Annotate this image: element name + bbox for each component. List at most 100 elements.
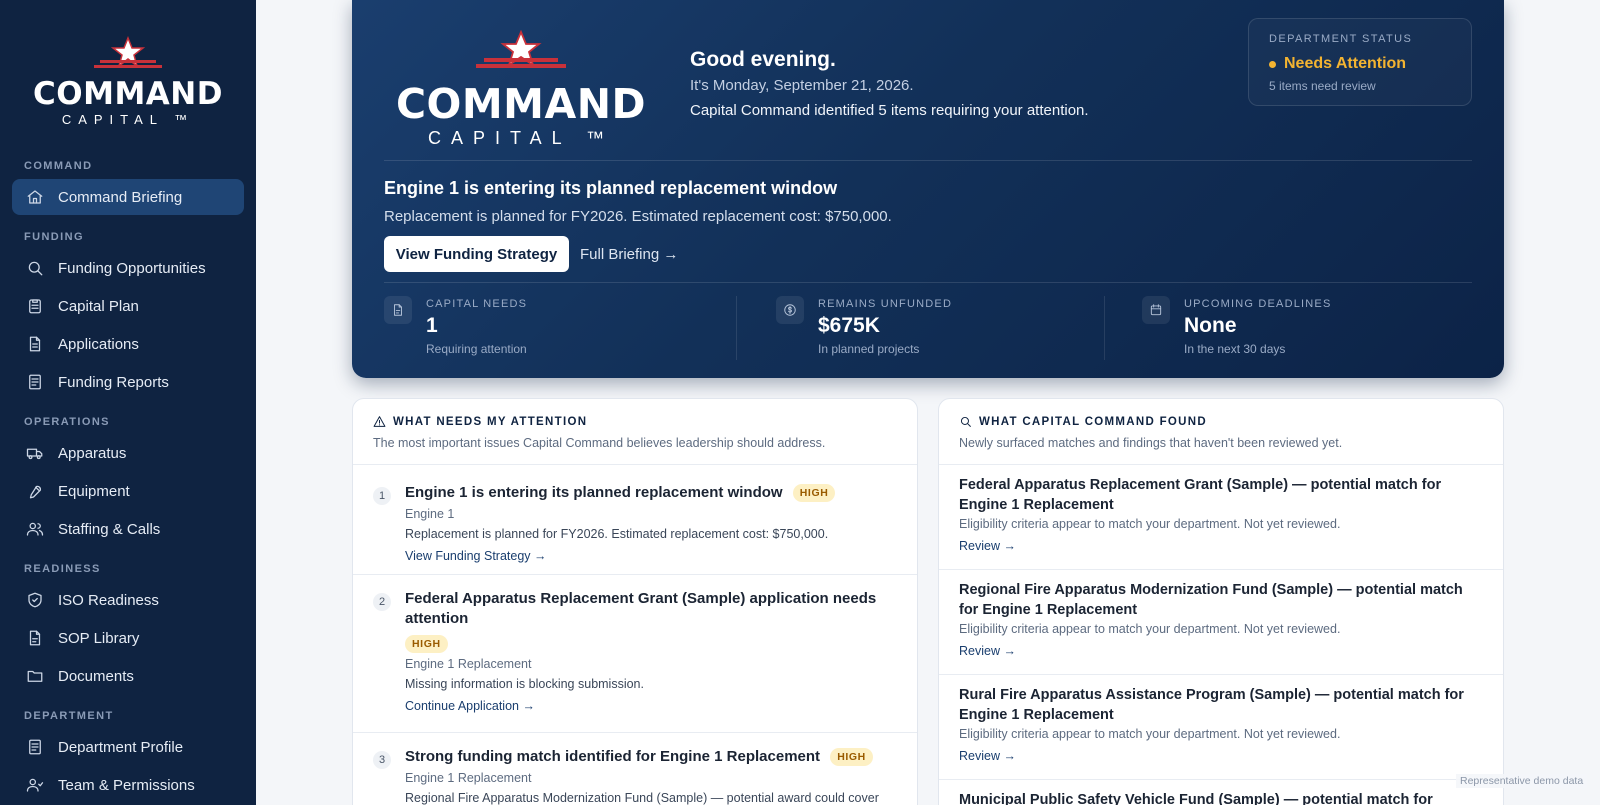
sidebar-item-label: Documents xyxy=(58,667,134,685)
hero-logo: COMMAND CAPITAL ™ xyxy=(384,30,658,150)
found-item-title: Municipal Public Safety Vehicle Fund (Sa… xyxy=(959,792,1433,805)
found-title-text: WHAT CAPITAL COMMAND FOUND xyxy=(979,415,1207,428)
attention-item-meta: Engine 1 Replacement xyxy=(405,771,532,785)
shield-check-icon xyxy=(28,592,42,608)
found-item-review-link[interactable]: Review → xyxy=(959,644,1016,658)
found-item[interactable]: Federal Apparatus Replacement Grant (Sam… xyxy=(939,465,1503,570)
hero-logo-subtitle: CAPITAL ™ xyxy=(427,128,615,148)
report-icon xyxy=(29,374,41,390)
sidebar-item-department-profile[interactable]: Department Profile xyxy=(12,729,244,765)
attention-item-link[interactable]: Continue Application → xyxy=(405,699,535,713)
department-status-card: DEPARTMENT STATUS Needs Attention 5 item… xyxy=(1248,18,1472,106)
attention-item-description: Missing information is blocking submissi… xyxy=(405,677,644,691)
view-funding-strategy-button[interactable]: View Funding Strategy xyxy=(384,236,569,272)
status-dot-icon xyxy=(1269,60,1276,68)
metric-label: REMAINS UNFUNDED xyxy=(818,298,953,310)
attention-item-title: Strong funding match identified for Engi… xyxy=(405,747,887,767)
hero-headline: Engine 1 is entering its planned replace… xyxy=(384,178,838,198)
sidebar-item-label: Capital Plan xyxy=(58,297,139,315)
metric-value: 1 xyxy=(426,314,438,337)
found-item-title: Regional Fire Apparatus Modernization Fu… xyxy=(959,582,1463,618)
document-icon xyxy=(384,296,412,324)
priority-badge: HIGH xyxy=(792,484,836,503)
attention-item-number: 2 xyxy=(373,593,391,611)
attention-card-subtitle: The most important issues Capital Comman… xyxy=(373,436,826,450)
found-item[interactable]: Municipal Public Safety Vehicle Fund (Sa… xyxy=(939,780,1503,805)
sidebar-item-label: SOP Library xyxy=(58,629,140,647)
dollar-icon xyxy=(776,296,804,324)
metric-note: In planned projects xyxy=(818,342,920,356)
truck-icon xyxy=(26,448,43,460)
attention-item[interactable]: 3 Strong funding match identified for En… xyxy=(353,733,917,805)
sidebar-item-label: Funding Opportunities xyxy=(58,259,206,277)
metric-label: CAPITAL NEEDS xyxy=(426,298,528,310)
found-card-subtitle: Newly surfaced matches and findings that… xyxy=(959,436,1343,450)
priority-badge: HIGH xyxy=(405,635,448,653)
attention-item[interactable]: 2 Federal Apparatus Replacement Grant (S… xyxy=(353,575,917,733)
metric-note: In the next 30 days xyxy=(1184,342,1286,356)
users-icon xyxy=(26,522,44,536)
attention-item-number: 3 xyxy=(373,751,391,769)
identified-summary: Capital Command identified 5 items requi… xyxy=(690,102,1089,119)
sidebar-item-staffing-calls[interactable]: Staffing & Calls xyxy=(12,511,244,547)
search-icon xyxy=(28,261,43,276)
sidebar-item-documents[interactable]: Documents xyxy=(12,658,244,694)
found-item-review-link[interactable]: Review → xyxy=(959,749,1016,763)
team-icon xyxy=(26,778,44,792)
attention-card-title: WHAT NEEDS MY ATTENTION xyxy=(373,415,897,428)
attention-item-link[interactable]: View Funding Strategy → xyxy=(405,549,547,563)
priority-badge: HIGH xyxy=(830,748,873,767)
full-briefing-link[interactable]: Full Briefing → xyxy=(580,236,678,272)
sidebar-item-team-permissions[interactable]: Team & Permissions xyxy=(12,767,244,803)
attention-item-meta: Engine 1 xyxy=(405,507,455,521)
section-label-operations: OPERATIONS xyxy=(24,416,110,428)
section-label-command: COMMAND xyxy=(24,160,93,172)
briefing-hero: COMMAND CAPITAL ™ Good evening. It's Mon… xyxy=(352,0,1504,378)
sidebar-item-label: Equipment xyxy=(58,482,130,500)
metric-label: UPCOMING DEADLINES xyxy=(1184,298,1332,310)
sidebar: COMMAND CAPITAL ™ COMMAND Command Briefi… xyxy=(0,0,256,805)
sidebar-logo[interactable]: COMMAND CAPITAL ™ xyxy=(24,36,232,128)
demo-data-note: Representative demo data xyxy=(1456,774,1588,788)
calendar-icon xyxy=(1142,296,1170,324)
found-item-description: Eligibility criteria appear to match you… xyxy=(959,517,1341,531)
sidebar-item-funding-opportunities[interactable]: Funding Opportunities xyxy=(12,250,244,286)
logo-subtitle: CAPITAL ™ xyxy=(61,112,195,127)
metric-note: Requiring attention xyxy=(426,342,527,356)
home-icon xyxy=(27,190,43,204)
found-item[interactable]: Regional Fire Apparatus Modernization Fu… xyxy=(939,570,1503,675)
found-card-header: WHAT CAPITAL COMMAND FOUND Newly surface… xyxy=(939,399,1503,465)
sidebar-item-command-briefing[interactable]: Command Briefing xyxy=(12,179,244,215)
metric-separator xyxy=(736,296,737,360)
section-label-department: DEPARTMENT xyxy=(24,710,114,722)
sidebar-item-equipment[interactable]: Equipment xyxy=(12,473,244,509)
found-item-review-link[interactable]: Review → xyxy=(959,539,1016,553)
sidebar-item-applications[interactable]: Applications xyxy=(12,326,244,362)
attention-item-title-text: Engine 1 is entering its planned replace… xyxy=(405,484,783,501)
found-item[interactable]: Rural Fire Apparatus Assistance Program … xyxy=(939,675,1503,780)
sidebar-item-label: ISO Readiness xyxy=(58,591,159,609)
sidebar-item-label: Applications xyxy=(58,335,139,353)
attention-item-description: Replacement is planned for FY2026. Estim… xyxy=(405,527,829,541)
attention-item-number: 1 xyxy=(373,487,391,505)
sidebar-item-apparatus[interactable]: Apparatus xyxy=(12,435,244,471)
hero-divider xyxy=(384,282,1472,283)
sidebar-item-label: Department Profile xyxy=(58,738,184,756)
found-item-title: Rural Fire Apparatus Assistance Program … xyxy=(959,687,1464,723)
sidebar-item-label: Apparatus xyxy=(58,444,127,462)
sidebar-item-funding-reports[interactable]: Funding Reports xyxy=(12,364,244,400)
sidebar-item-capital-plan[interactable]: Capital Plan xyxy=(12,288,244,324)
attention-item[interactable]: 1 Engine 1 is entering its planned repla… xyxy=(353,465,917,575)
found-item-description: Eligibility criteria appear to match you… xyxy=(959,727,1341,741)
metric-upcoming-deadlines: UPCOMING DEADLINES None In the next 30 d… xyxy=(1142,296,1472,360)
sidebar-item-iso-readiness[interactable]: ISO Readiness xyxy=(12,582,244,618)
attention-item-meta: Engine 1 Replacement xyxy=(405,657,532,671)
hero-description: Replacement is planned for FY2026. Estim… xyxy=(384,208,892,225)
sidebar-item-label: Staffing & Calls xyxy=(58,520,161,538)
profile-doc-icon xyxy=(29,739,41,755)
attention-card-header: WHAT NEEDS MY ATTENTION The most importa… xyxy=(353,399,917,465)
attention-item-title: Engine 1 is entering its planned replace… xyxy=(405,483,887,503)
search-icon xyxy=(960,416,971,427)
sidebar-item-label: Team & Permissions xyxy=(58,776,195,794)
sidebar-item-sop-library[interactable]: SOP Library xyxy=(12,620,244,656)
